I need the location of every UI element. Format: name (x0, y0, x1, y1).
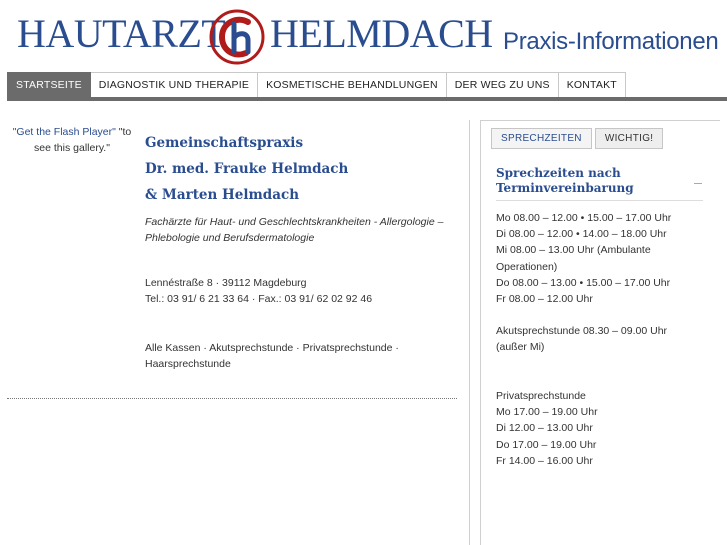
content-divider (7, 398, 457, 399)
acute-hours: Akutsprechstunde 08.30 – 09.00 Uhr (auße… (496, 323, 706, 355)
page-header: HAUTARZT HELMDACH Praxis-Informationen (0, 0, 727, 72)
flash-notice: "Get the Flash Player" "to see this gall… (7, 124, 137, 156)
header-subtitle: Praxis-Informationen (503, 28, 719, 55)
column-separator (469, 120, 470, 545)
nav-item-kontakt[interactable]: KONTAKT (558, 72, 626, 98)
office-hours-title: Sprechzeiten nach Terminvereinbarung (496, 166, 634, 195)
hours-line: Do 08.00 – 13.00 • 15.00 – 17.00 Uhr (496, 276, 671, 289)
phone-fax: Tel.: 03 91/ 6 21 33 64 · Fax.: 03 91/ 6… (145, 293, 373, 305)
hours-line: Fr 14.00 – 16.00 Uhr (496, 454, 593, 467)
hours-line: Mo 08.00 – 12.00 • 15.00 – 17.00 Uhr (496, 212, 672, 224)
main-navigation: STARTSEITE DIAGNOSTIK UND THERAPIE KOSME… (7, 72, 626, 98)
sidebar-rule (496, 200, 703, 201)
nav-underline (7, 97, 727, 101)
private-hours: Privatsprechstunde Mo 17.00 – 19.00 Uhr … (496, 388, 706, 469)
nav-item-kosmetik[interactable]: KOSMETISCHE BEHANDLUNGEN (258, 72, 447, 98)
specialty-text: Fachärzte für Haut- und Geschlechtskrank… (145, 216, 444, 244)
insurance-block: Alle Kassen · Akutsprechstunde · Privats… (145, 340, 445, 372)
hours-line: Di 08.00 – 12.00 • 14.00 – 18.00 Uhr (496, 228, 667, 241)
logo-text-left: HAUTARZT (17, 11, 226, 56)
hours-line: Mo 17.00 – 19.00 Uhr (496, 406, 598, 419)
logo-emblem-icon (209, 9, 265, 65)
nav-item-startseite[interactable]: STARTSEITE (7, 72, 91, 98)
hours-line: Di 12.00 – 13.00 Uhr (496, 422, 593, 435)
doctor-name-2: & Marten Helmdach (145, 187, 300, 203)
regular-hours: Mo 08.00 – 12.00 • 15.00 – 17.00 Uhr Di … (496, 210, 706, 307)
collapse-icon[interactable] (694, 183, 702, 184)
practice-title: Gemeinschaftspraxis (145, 135, 304, 151)
insurance-text: Alle Kassen · Akutsprechstunde · Privats… (145, 342, 399, 370)
nav-item-diagnostik[interactable]: DIAGNOSTIK UND THERAPIE (90, 72, 259, 98)
flash-player-link[interactable]: "Get the Flash Player" (13, 126, 116, 138)
sidebar-tabs: SPRECHZEITEN WICHTIG! (491, 128, 666, 149)
address-block: Lennéstraße 8 · 39112 Magdeburg Tel.: 03… (145, 275, 465, 307)
hours-line: Operationen) (496, 260, 558, 273)
nav-item-weg[interactable]: DER WEG ZU UNS (446, 72, 559, 98)
doctor-name-1: Dr. med. Frauke Helmdach (145, 161, 349, 177)
hours-line: Akutsprechstunde 08.30 – 09.00 Uhr (496, 325, 668, 337)
hours-line: Fr 08.00 – 12.00 Uhr (496, 293, 593, 306)
office-hours-panel: SPRECHZEITEN WICHTIG! Sprechzeiten nach … (480, 120, 720, 545)
hours-line: Mi 08.00 – 13.00 Uhr (Ambulante (496, 244, 651, 257)
street-address: Lennéstraße 8 · 39112 Magdeburg (145, 277, 307, 289)
logo-text-right: HELMDACH (270, 11, 493, 56)
tab-sprechzeiten[interactable]: SPRECHZEITEN (491, 128, 592, 149)
tab-wichtig[interactable]: WICHTIG! (594, 128, 664, 149)
hours-line: Privatsprechstunde (496, 390, 586, 402)
hours-line: Do 17.00 – 19.00 Uhr (496, 438, 597, 451)
hours-line: (außer Mi) (496, 341, 545, 354)
main-content: Gemeinschaftspraxis Dr. med. Frauke Helm… (145, 130, 465, 246)
